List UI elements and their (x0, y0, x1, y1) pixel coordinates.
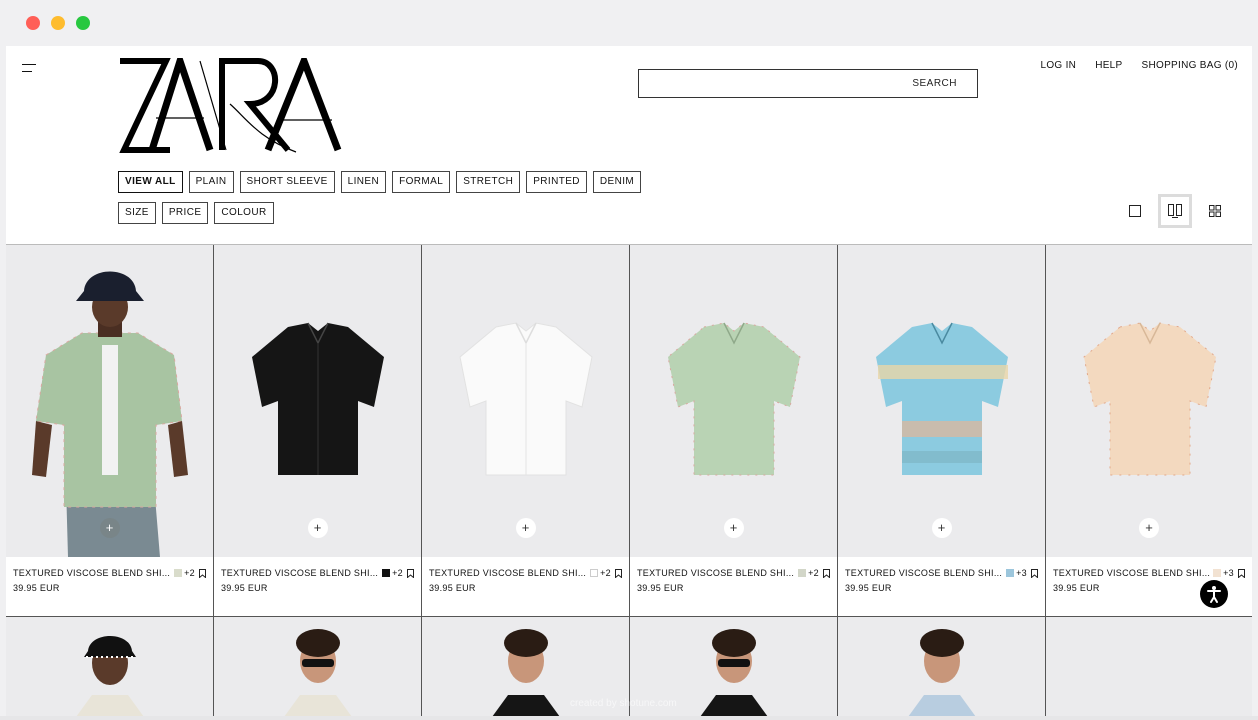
search-input[interactable] (639, 70, 879, 97)
color-swatch[interactable] (1006, 569, 1015, 577)
attribute-filters: SIZE PRICE COLOUR (118, 202, 274, 224)
product-price: 39.95 EUR (13, 583, 60, 593)
filter-printed[interactable]: PRINTED (526, 171, 587, 193)
more-colors: +3 (1223, 568, 1234, 578)
shopping-bag-link[interactable]: SHOPPING BAG (0) (1142, 60, 1238, 71)
product-card[interactable] (6, 617, 214, 716)
filter-colour[interactable]: COLOUR (214, 202, 274, 224)
category-filters: VIEW ALL PLAIN SHORT SLEEVE LINEN FORMAL… (118, 171, 642, 193)
product-price: 39.95 EUR (221, 583, 268, 593)
bookmark-icon[interactable] (615, 568, 622, 578)
product-info: TEXTURED VISCOSE BLEND SHI... +2 39.95 E… (6, 557, 213, 616)
grid-view-icon[interactable] (1198, 194, 1232, 228)
product-name[interactable]: TEXTURED VISCOSE BLEND SHI... (1053, 568, 1210, 578)
product-name[interactable]: TEXTURED VISCOSE BLEND SHI... (637, 568, 795, 578)
add-to-bag-button[interactable]: + (99, 518, 120, 538)
search-label[interactable]: SEARCH (912, 78, 957, 89)
add-to-bag-button[interactable]: + (723, 518, 744, 538)
color-swatch[interactable] (798, 569, 807, 577)
more-colors: +3 (1016, 568, 1027, 578)
filter-stretch[interactable]: STRETCH (456, 171, 521, 193)
minimize-window-button[interactable] (51, 16, 65, 30)
filter-linen[interactable]: LINEN (340, 171, 387, 193)
product-card[interactable]: + TEXTURED VISCOSE BLEND SHI... +2 39.95… (630, 245, 838, 617)
accessibility-icon[interactable] (1200, 580, 1228, 608)
single-view-icon[interactable] (1118, 194, 1152, 228)
add-to-bag-button[interactable]: + (515, 518, 536, 538)
add-to-bag-button[interactable]: + (307, 518, 328, 538)
maximize-window-button[interactable] (76, 16, 90, 30)
more-colors: +2 (392, 568, 403, 578)
window-titlebar (0, 0, 1258, 46)
product-price: 39.95 EUR (845, 583, 892, 593)
product-image[interactable] (214, 617, 421, 716)
product-image[interactable] (838, 617, 1045, 716)
product-info: TEXTURED VISCOSE BLEND SHI... +2 39.95 E… (422, 557, 629, 616)
watermark: created by shotune.com (570, 698, 677, 709)
product-price: 39.95 EUR (429, 583, 476, 593)
bookmark-icon[interactable] (1238, 568, 1245, 578)
product-image[interactable] (6, 617, 213, 716)
product-info: TEXTURED VISCOSE BLEND SHI... +3 39.95 E… (838, 557, 1045, 616)
product-info: TEXTURED VISCOSE BLEND SHI... +2 39.95 E… (214, 557, 421, 616)
close-window-button[interactable] (26, 16, 40, 30)
page: SEARCH LOG IN HELP SHOPPING BAG (0) VIEW… (6, 46, 1252, 716)
search-box[interactable]: SEARCH (638, 69, 978, 98)
product-image[interactable]: + (214, 245, 421, 557)
color-swatch[interactable] (1213, 569, 1222, 577)
product-image[interactable] (1046, 617, 1252, 716)
product-card[interactable]: + TEXTURED VISCOSE BLEND SHI... +3 39.95… (838, 245, 1046, 617)
product-name[interactable]: TEXTURED VISCOSE BLEND SHI... (429, 568, 587, 578)
product-card[interactable]: + TEXTURED VISCOSE BLEND SHI... +2 39.95… (214, 245, 422, 617)
product-image[interactable]: + (422, 245, 629, 557)
color-swatch[interactable] (590, 569, 599, 577)
color-swatch[interactable] (174, 569, 183, 577)
filter-short-sleeve[interactable]: SHORT SLEEVE (239, 171, 335, 193)
add-to-bag-button[interactable]: + (1139, 518, 1159, 538)
product-image[interactable]: + (838, 245, 1045, 557)
filter-size[interactable]: SIZE (118, 202, 156, 224)
product-name[interactable]: TEXTURED VISCOSE BLEND SHI... (221, 568, 379, 578)
color-swatch[interactable] (382, 569, 391, 577)
filter-view-all[interactable]: VIEW ALL (118, 171, 183, 193)
view-toggles (1118, 194, 1232, 228)
product-card[interactable] (1046, 617, 1252, 716)
top-navigation: LOG IN HELP SHOPPING BAG (0) (1021, 60, 1238, 71)
product-name[interactable]: TEXTURED VISCOSE BLEND SHI... (13, 568, 171, 578)
product-card[interactable]: + TEXTURED VISCOSE BLEND SHI... +2 39.95… (422, 245, 630, 617)
product-image[interactable]: + (1046, 245, 1252, 557)
double-view-icon[interactable] (1158, 194, 1192, 228)
login-link[interactable]: LOG IN (1040, 60, 1076, 71)
product-info: TEXTURED VISCOSE BLEND SHI... +2 39.95 E… (630, 557, 837, 616)
bookmark-icon[interactable] (1031, 568, 1038, 578)
product-price: 39.95 EUR (637, 583, 684, 593)
product-row: + TEXTURED VISCOSE BLEND SHI... +2 39.95… (6, 245, 1252, 617)
more-colors: +2 (184, 568, 195, 578)
product-image[interactable]: + (630, 245, 837, 557)
filter-formal[interactable]: FORMAL (392, 171, 451, 193)
help-link[interactable]: HELP (1095, 60, 1122, 71)
filter-price[interactable]: PRICE (161, 202, 209, 224)
add-to-bag-button[interactable]: + (931, 518, 952, 538)
product-card[interactable]: + TEXTURED VISCOSE BLEND SHI... +3 39.95… (1046, 245, 1252, 617)
bookmark-icon[interactable] (199, 568, 206, 578)
product-card[interactable]: + TEXTURED VISCOSE BLEND SHI... +2 39.95… (6, 245, 214, 617)
product-grid: + TEXTURED VISCOSE BLEND SHI... +2 39.95… (6, 244, 1252, 716)
filter-denim[interactable]: DENIM (592, 171, 642, 193)
more-colors: +2 (600, 568, 611, 578)
product-name[interactable]: TEXTURED VISCOSE BLEND SHI... (845, 568, 1003, 578)
zara-logo[interactable] (118, 58, 346, 154)
product-image[interactable]: + (6, 245, 213, 557)
more-colors: +2 (808, 568, 819, 578)
filter-plain[interactable]: PLAIN (188, 171, 234, 193)
window-bottom-edge (0, 716, 1258, 720)
bookmark-icon[interactable] (823, 568, 830, 578)
product-card[interactable] (838, 617, 1046, 716)
bookmark-icon[interactable] (407, 568, 414, 578)
product-card[interactable] (214, 617, 422, 716)
hamburger-menu-icon[interactable] (22, 62, 36, 74)
